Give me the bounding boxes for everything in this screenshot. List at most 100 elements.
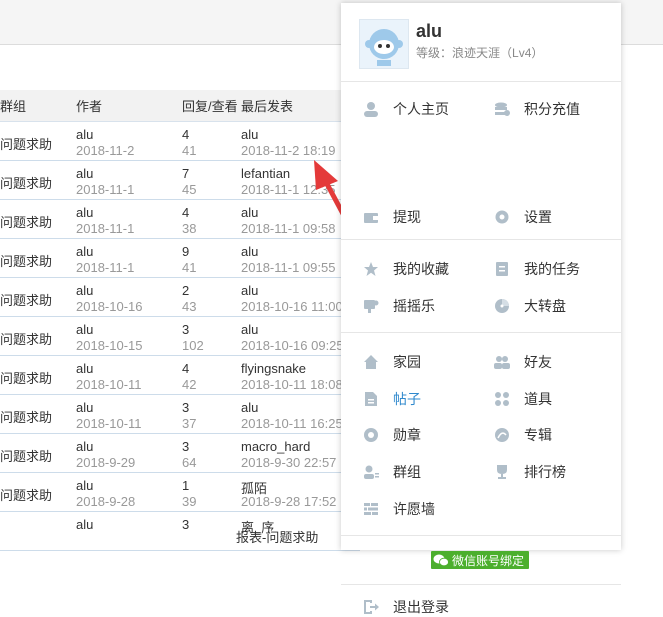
row-views: 43 [182,299,197,314]
table-row[interactable]: 问题求助 alu 2018-11-1 7 45 lefantian 2018-11-1 12… [0,161,360,200]
table-row[interactable]: 问题求助 alu 2018-9-28 1 39 孤陌 2018-9-28 17:52 [0,473,360,512]
row-forum[interactable]: 问题求助 [0,134,52,153]
row-last-poster[interactable]: alu [241,283,258,298]
row-last-post-time[interactable]: 2018-10-16 09:25 [241,338,344,353]
row-last-poster[interactable]: alu [241,322,258,337]
col-replies-views-header: 回复/查看 [182,99,238,114]
row-author[interactable]: alu [76,205,93,220]
row-forum[interactable]: 问题求助 [0,485,52,504]
row-forum[interactable]: 问题求助 [0,368,52,387]
row-forum[interactable]: 问题求助 [0,290,52,309]
menu-item-items[interactable]: 道具 [494,389,552,409]
menu-item-settings[interactable]: 设置 [494,207,552,227]
menu-item-medals[interactable]: 勋章 [363,425,421,445]
row-last-post-time[interactable]: 2018-11-2 18:19 [241,143,335,158]
row-views: 37 [182,416,197,431]
row-author[interactable]: alu [76,244,93,259]
row-replies: 4 [182,127,190,142]
menu-item-favorites[interactable]: 我的收藏 [363,259,449,279]
row-last-post-time[interactable]: 2018-10-11 18:08 [241,377,343,392]
table-row[interactable]: 问题求助 alu 2018-11-2 4 41 alu 2018-11-2 18:19 [0,122,360,161]
row-author[interactable]: alu [76,127,93,142]
table-row[interactable]: 问题求助 alu 2018-10-16 2 43 alu 2018-10-16 11:00 [0,278,360,317]
row-last-poster[interactable]: alu [241,127,258,142]
menu-item-wheel[interactable]: 大转盘 [494,296,566,316]
shake-icon [364,300,379,313]
menu-item-groups[interactable]: 群组 [363,462,421,482]
row-author[interactable]: alu [76,322,93,337]
row-author[interactable]: alu [76,517,93,532]
menu-item-withdraw[interactable]: 提现 [363,207,421,227]
menu-label: 专辑 [524,427,552,443]
profile-header: alu 等级：浪迹天涯（Lv4） [341,3,621,82]
row-forum[interactable]: 问题求助 [0,407,52,426]
row-forum[interactable]: 问题求助 [0,329,52,348]
menu-item-wishwall[interactable]: 许愿墙 [363,499,435,519]
row-last-poster[interactable]: alu [241,400,258,415]
row-last-poster[interactable]: flyingsnake [241,361,306,376]
menu-item-profile[interactable]: 个人主页 [363,99,449,119]
row-views: 42 [182,377,197,392]
menu-item-albums[interactable]: 专辑 [494,425,552,445]
table-row[interactable]: 问题求助 alu 2018-10-11 4 42 flyingsnake 2018-10-1… [0,356,360,395]
row-post-date: 2018-11-1 [76,260,135,275]
menu-item-logout[interactable]: 退出登录 [363,597,449,617]
row-author[interactable]: alu [76,361,93,376]
menu-item-friends[interactable]: 好友 [494,352,552,372]
menu-item-points[interactable]: 积分充值 [494,99,580,119]
row-author[interactable]: alu [76,166,93,181]
row-forum[interactable]: 问题求助 [0,212,52,231]
row-author[interactable]: alu [76,400,93,415]
row-last-post-time[interactable]: 2018-11-1 09:55 [241,260,335,275]
row-last-post-time[interactable]: 2018-11-1 12:35 [241,182,335,197]
row-last-poster[interactable]: macro_hard [241,439,310,454]
wechat-bind-label: 微信账号绑定 [452,553,525,568]
brick-wall-icon [364,503,378,515]
menu-label: 道具 [524,391,552,407]
menu-item-tasks[interactable]: 我的任务 [494,259,580,279]
row-last-post-time[interactable]: 2018-11-1 09:58 [241,221,335,236]
table-row[interactable]: 问题求助 alu 2018-11-1 4 38 alu 2018-11-1 09:58 [0,200,360,239]
wechat-bind-button[interactable]: 微信账号绑定 [431,551,529,569]
menu-label: 许愿墙 [393,501,435,517]
row-last-post-time[interactable]: 2018-9-30 22:57 [241,455,336,470]
row-last-post-time[interactable]: 2018-9-28 17:52 [241,494,336,509]
row-post-date: 2018-11-1 [76,221,135,236]
row-post-date: 2018-10-11 [76,377,142,392]
row-author[interactable]: alu [76,439,93,454]
table-row[interactable]: 问题求助 alu 2018-11-1 9 41 alu 2018-11-1 09:55 [0,239,360,278]
menu-item-posts[interactable]: 帖子 [363,389,421,409]
row-post-date: 2018-11-1 [76,182,135,197]
menu-item-shake[interactable]: 摇摇乐 [363,296,435,316]
table-row[interactable]: 问题求助 alu 2018-10-15 3 102 alu 2018-10-16 09:25 [0,317,360,356]
row-author[interactable]: alu [76,478,93,493]
user-level: 等级：浪迹天涯（Lv4） [416,44,543,61]
username[interactable]: alu [416,21,442,42]
table-body: 问题求助 alu 2018-11-2 4 41 alu 2018-11-2 18:19 问题求… [0,122,360,551]
row-replies: 4 [182,361,190,376]
row-author[interactable]: alu [76,283,93,298]
row-forum[interactable]: 问题求助 [0,446,52,465]
row-views: 102 [182,338,204,353]
task-list-icon [496,262,508,276]
row-last-post-time[interactable]: 2018-10-16 11:00 [241,299,343,314]
row-forum[interactable]: 问题求助 [0,251,52,270]
menu-label: 我的任务 [524,261,580,277]
menu-label: 个人主页 [393,101,449,117]
menu-label: 排行榜 [524,464,566,480]
coins-icon [495,102,510,116]
table-row[interactable]: 问题求助 alu 2018-10-11 3 37 alu 2018-10-11 16:25 [0,395,360,434]
home-icon [364,355,378,369]
document-icon [365,392,377,406]
table-header: 群组 作者 回复/查看 最后发表 [0,90,360,122]
row-last-post-time[interactable]: 2018-10-11 16:25 [241,416,343,431]
album-icon [495,428,509,442]
row-last-poster[interactable]: lefantian [241,166,290,181]
menu-item-ranking[interactable]: 排行榜 [494,462,566,482]
avatar[interactable] [359,19,409,69]
row-last-poster[interactable]: alu [241,205,258,220]
table-row[interactable]: 问题求助 alu 2018-9-29 3 64 macro_hard 2018-9-30 2… [0,434,360,473]
row-last-poster[interactable]: alu [241,244,258,259]
row-forum[interactable]: 问题求助 [0,173,52,192]
menu-item-home[interactable]: 家园 [363,352,421,372]
